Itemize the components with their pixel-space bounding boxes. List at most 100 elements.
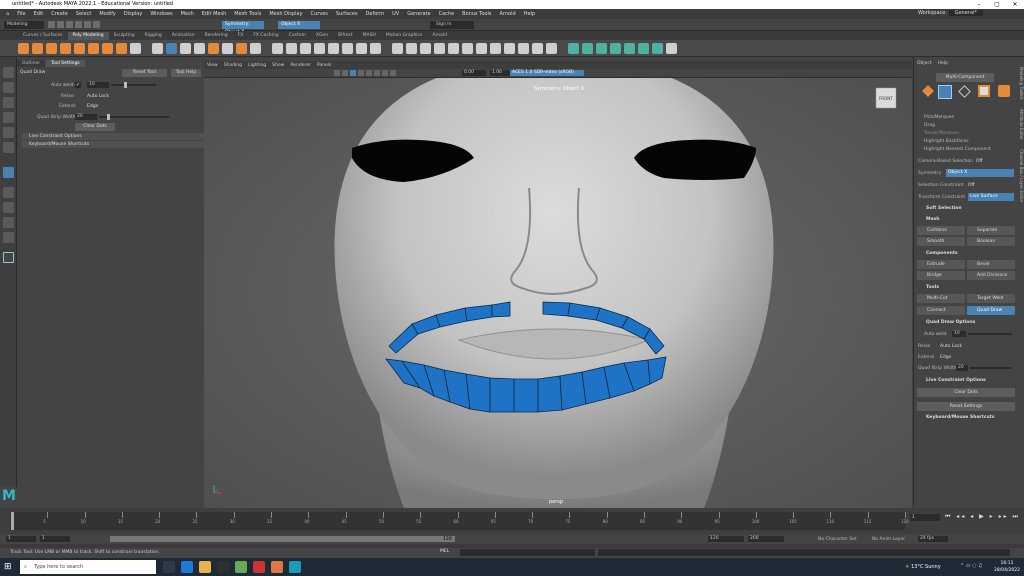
sign-in-button[interactable]: Sign In: [430, 21, 474, 29]
auto-weld-slider[interactable]: [111, 84, 156, 86]
shelf-tab-rigging[interactable]: Rigging: [140, 32, 167, 40]
select-mode-icon[interactable]: [84, 21, 91, 28]
mesh-section[interactable]: Mesh: [916, 216, 1016, 224]
current-frame-field[interactable]: 1: [910, 514, 940, 521]
camera-icon[interactable]: [334, 70, 340, 76]
tray-icons[interactable]: ⌃ ▭ ◌ ♫: [960, 563, 990, 571]
tab-help[interactable]: Help: [938, 61, 948, 66]
menu-deform[interactable]: Deform: [362, 11, 389, 17]
xray-icon[interactable]: [390, 70, 396, 76]
quad-strip-right-slider[interactable]: [970, 367, 1012, 369]
shelf-tool-icon[interactable]: [236, 43, 247, 54]
exposure-field[interactable]: 0.00: [462, 70, 486, 76]
quad-strip-field[interactable]: 20: [75, 114, 97, 120]
folder-icon[interactable]: [48, 21, 55, 28]
separate-button[interactable]: Separate: [967, 226, 1015, 235]
shelf-tool-icon[interactable]: [406, 43, 417, 54]
range-end2-field[interactable]: 200: [748, 536, 784, 542]
search-icon[interactable]: [3, 252, 14, 263]
shelf-tool-icon[interactable]: [582, 43, 593, 54]
tool-help-button[interactable]: Tool Help: [171, 69, 201, 77]
layout-single-icon[interactable]: [3, 187, 14, 198]
selection-constraint-value[interactable]: Off: [968, 183, 975, 188]
symmetry-dropdown-right[interactable]: Object X: [946, 169, 1014, 177]
redo-icon[interactable]: [75, 21, 82, 28]
extend-dropdown[interactable]: Edge: [87, 104, 98, 109]
tools-section[interactable]: Tools: [916, 284, 1016, 292]
paint-select-icon[interactable]: [3, 97, 14, 108]
auto-weld-slider-handle[interactable]: [124, 82, 127, 88]
maximize-icon[interactable]: ▢: [988, 0, 1006, 9]
shelf-tool-icon[interactable]: [448, 43, 459, 54]
shelf-tool-icon[interactable]: [88, 43, 99, 54]
tweak-marquee-option[interactable]: Tweak/Marquee: [924, 131, 959, 136]
shelf-tool-icon[interactable]: [518, 43, 529, 54]
menu-file[interactable]: File: [13, 11, 29, 17]
clear-dots-right-button[interactable]: Clear Dots: [917, 388, 1015, 397]
wireframe-icon[interactable]: [342, 70, 348, 76]
shelf-tool-icon[interactable]: [208, 43, 219, 54]
menu-create[interactable]: Create: [47, 11, 72, 17]
smooth-button[interactable]: Smooth: [917, 237, 965, 246]
shelf-tool-icon[interactable]: [74, 43, 85, 54]
shelf-tool-icon[interactable]: [222, 43, 233, 54]
pick-marquee-option[interactable]: Pick/Marquee: [924, 115, 954, 120]
character-set-dropdown[interactable]: No Character Set: [818, 537, 857, 542]
menu-arnold[interactable]: Arnold: [496, 11, 520, 17]
shelf-tab-arnold[interactable]: Arnold: [427, 32, 452, 40]
viewport-menu-show[interactable]: Show: [269, 63, 287, 68]
workspace-value[interactable]: General*: [948, 10, 983, 16]
shelf-tool-icon[interactable]: [272, 43, 283, 54]
menu-mesh[interactable]: Mesh: [177, 11, 198, 17]
shelf-tool-icon[interactable]: [490, 43, 501, 54]
symmetry-dropdown[interactable]: Symmetry: Object X: [222, 21, 264, 35]
menu-cache[interactable]: Cache: [435, 11, 459, 17]
object-field[interactable]: Object X: [278, 21, 320, 29]
shelf-tool-icon[interactable]: [652, 43, 663, 54]
side-tab-channel-box[interactable]: Channel Box / Layer Editor: [1019, 149, 1024, 202]
uv-mode-icon[interactable]: [998, 85, 1010, 97]
live-constraint-right-section[interactable]: Live Constraint Options: [916, 377, 1016, 385]
auto-weld-field[interactable]: 10: [87, 82, 109, 88]
shelf-tool-icon[interactable]: [342, 43, 353, 54]
anim-layer-dropdown[interactable]: No Anim Layer: [872, 537, 905, 542]
reset-tool-button[interactable]: Reset Tool: [122, 69, 167, 77]
home-icon[interactable]: ⌂: [2, 11, 13, 17]
shelf-tool-icon[interactable]: [300, 43, 311, 54]
shelf-tool-icon[interactable]: [420, 43, 431, 54]
side-tab-modeling-toolkit[interactable]: Modeling Toolkit: [1019, 67, 1024, 99]
shelf-tool-icon[interactable]: [568, 43, 579, 54]
vertex-mode-icon[interactable]: [938, 85, 952, 99]
component-icon[interactable]: [93, 21, 100, 28]
shelf-tool-icon[interactable]: [462, 43, 473, 54]
viewport[interactable]: FRONT Symmetry: Object X persp: [204, 78, 912, 508]
time-slider[interactable]: 5 10 15 20 25 30 35 40 45 50 55 60 65 70 75 80 85 90 95 100…: [0, 508, 1024, 534]
outliner-layout-icon[interactable]: [3, 232, 14, 243]
shelf-tab-bifrost[interactable]: Bifrost: [333, 32, 358, 40]
shelf-tool-icon[interactable]: [180, 43, 191, 54]
scale-tool-icon[interactable]: [3, 142, 14, 153]
auto-weld-right-field[interactable]: 10: [952, 331, 966, 337]
menu-edit[interactable]: Edit: [30, 11, 48, 17]
app-icon-1[interactable]: [217, 561, 229, 573]
quad-draw-options-section[interactable]: Quad Draw Options: [916, 319, 1016, 327]
shelf-tool-icon[interactable]: [610, 43, 621, 54]
rotate-tool-icon[interactable]: [3, 127, 14, 138]
extend-right-dropdown[interactable]: Edge: [940, 355, 951, 360]
shelf-tool-icon[interactable]: [504, 43, 515, 54]
task-view-icon[interactable]: [163, 561, 175, 573]
menu-edit-mesh[interactable]: Edit Mesh: [198, 11, 230, 17]
keyboard-shortcuts-section[interactable]: Keyboard/Mouse Shortcuts: [21, 141, 218, 148]
shelf-tool-icon[interactable]: [60, 43, 71, 54]
drag-option[interactable]: Drag: [924, 123, 935, 128]
connect-button[interactable]: Connect: [917, 306, 965, 315]
shelf-tab-fx[interactable]: FX: [233, 32, 249, 40]
shelf-tab-poly-modeling[interactable]: Poly Modeling: [67, 32, 109, 40]
range-bar[interactable]: [110, 536, 455, 542]
shelf-tool-icon[interactable]: [546, 43, 557, 54]
shadow-icon[interactable]: [374, 70, 380, 76]
add-divisions-button[interactable]: Add Divisions: [967, 271, 1015, 280]
range-slider[interactable]: 1 1 120 120 200 No Character Set No Anim…: [0, 534, 1024, 544]
auto-weld-checkbox[interactable]: ✓: [75, 82, 81, 88]
shelf-tool-icon[interactable]: [624, 43, 635, 54]
